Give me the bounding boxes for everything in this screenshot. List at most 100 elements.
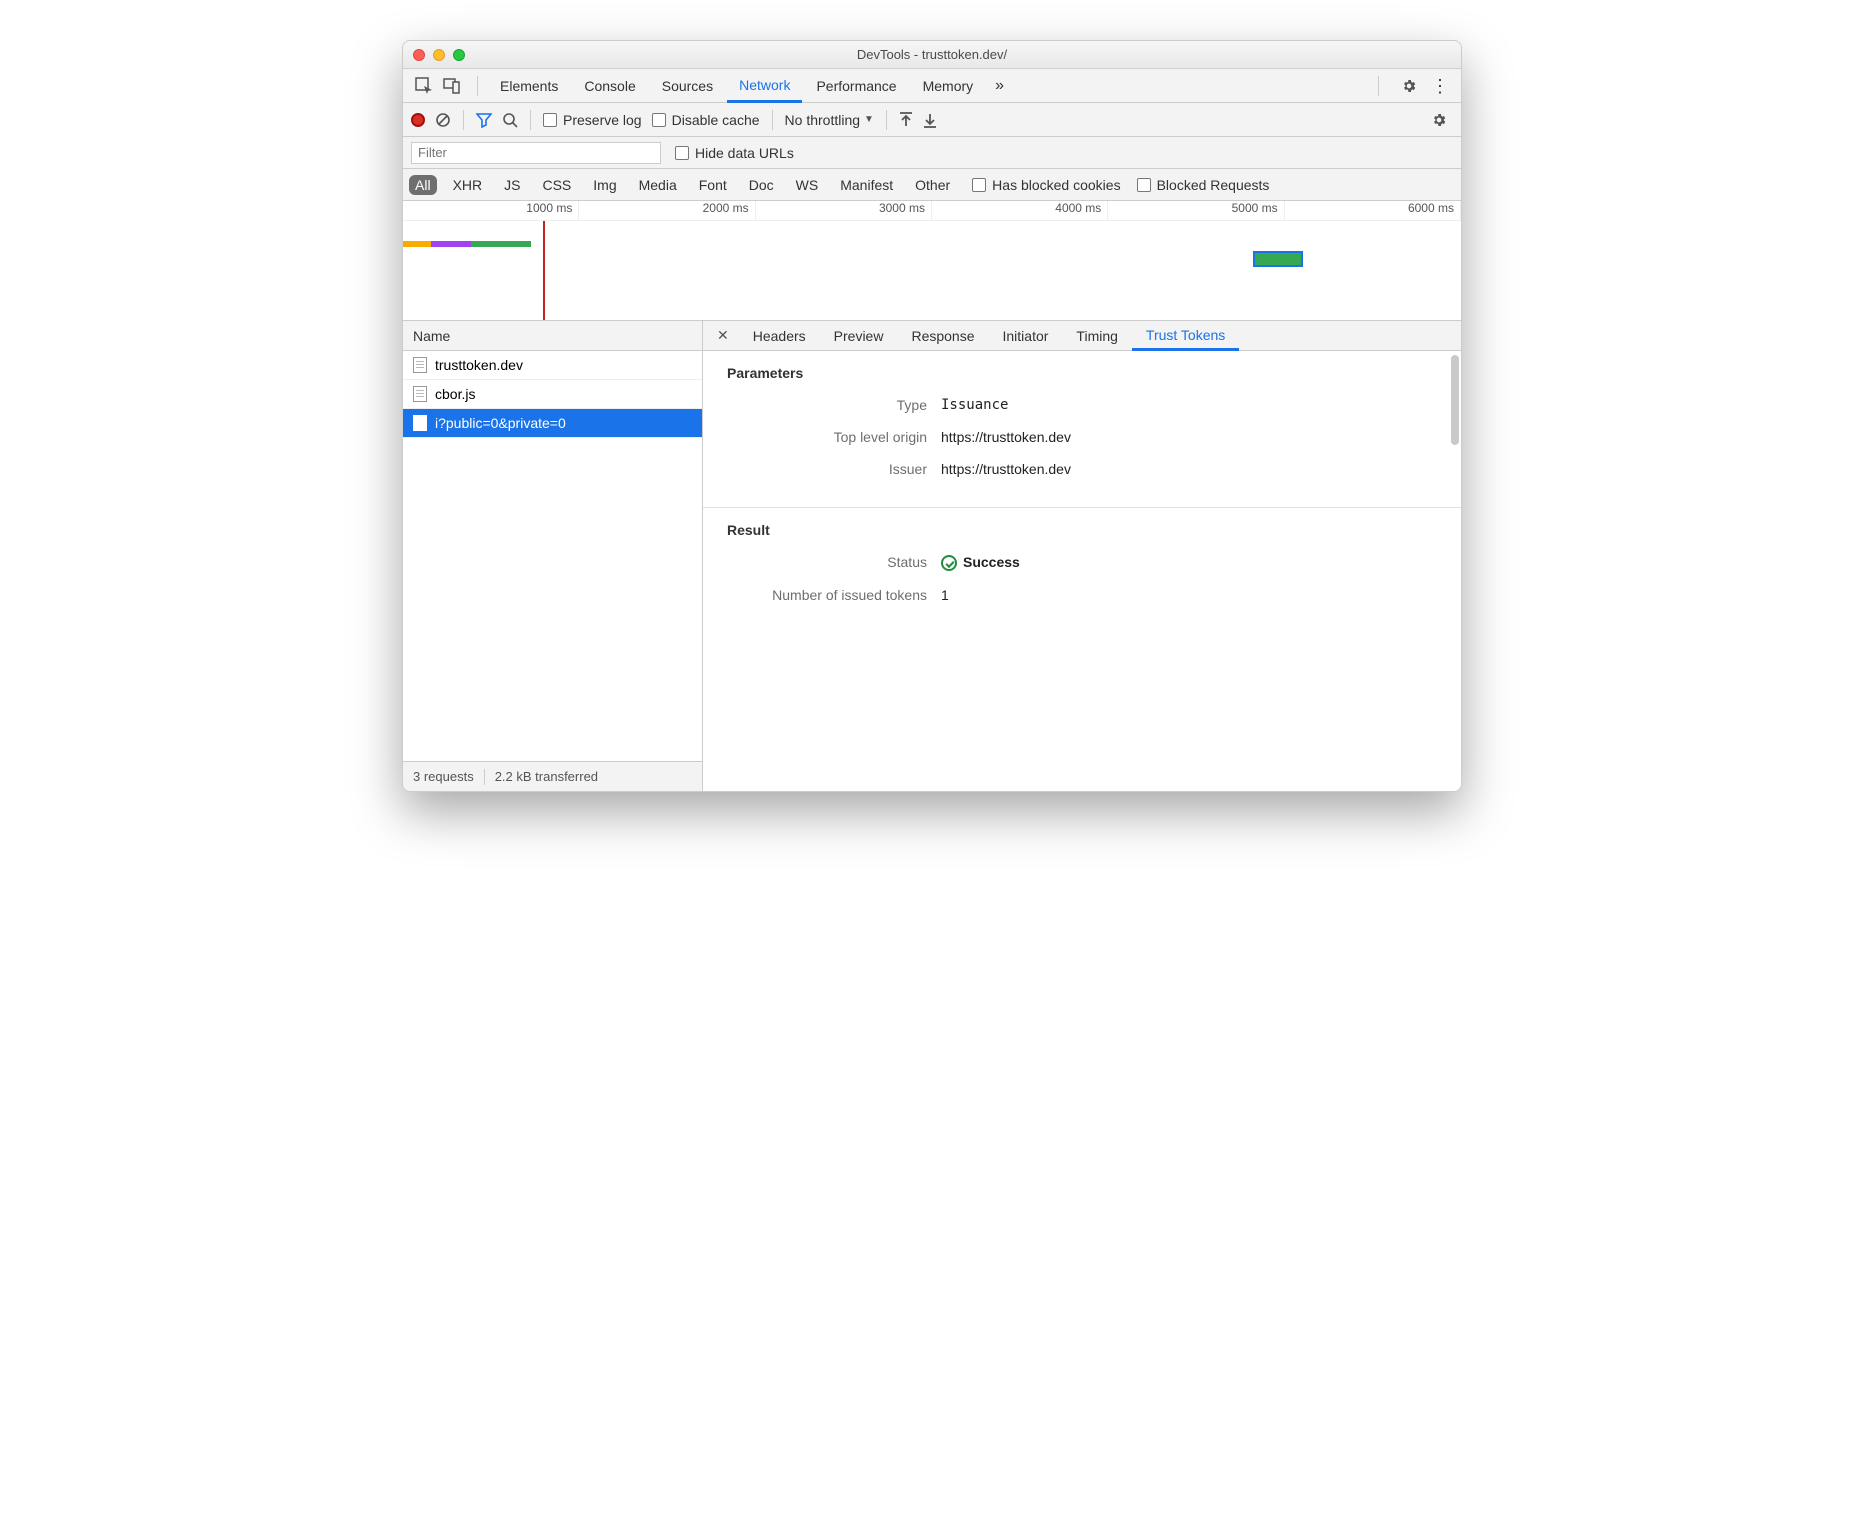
status-footer: 3 requests 2.2 kB transferred xyxy=(403,761,702,791)
time-tick: 6000 ms xyxy=(1285,201,1461,220)
record-button[interactable] xyxy=(411,113,425,127)
dtab-preview[interactable]: Preview xyxy=(820,321,898,351)
time-tick: 5000 ms xyxy=(1108,201,1284,220)
throttling-value: No throttling xyxy=(785,112,860,128)
timeline-segment xyxy=(471,241,531,247)
tab-network[interactable]: Network xyxy=(727,69,802,103)
request-name: i?public=0&private=0 xyxy=(435,415,566,431)
issuer-label: Issuer xyxy=(727,461,927,477)
separator xyxy=(530,110,531,130)
devtools-tabs-bar: Elements Console Sources Network Perform… xyxy=(403,69,1461,103)
search-icon[interactable] xyxy=(502,112,518,128)
dtab-trust-tokens[interactable]: Trust Tokens xyxy=(1132,321,1239,351)
network-toolbar: Preserve log Disable cache No throttling… xyxy=(403,103,1461,137)
disable-cache-label: Disable cache xyxy=(672,112,760,128)
load-marker xyxy=(543,221,545,321)
tab-elements[interactable]: Elements xyxy=(488,69,570,103)
settings-gear-icon[interactable] xyxy=(1401,78,1417,94)
requests-pane: Name trusttoken.dev cbor.js i?public=0&p… xyxy=(403,321,703,791)
type-ws[interactable]: WS xyxy=(790,175,825,195)
status-label: Status xyxy=(727,554,927,571)
hide-data-urls-label: Hide data URLs xyxy=(695,145,794,161)
preserve-log-label: Preserve log xyxy=(563,112,642,128)
preserve-log-checkbox[interactable]: Preserve log xyxy=(543,112,642,128)
status-value: Success xyxy=(941,554,1020,571)
file-icon xyxy=(413,357,427,373)
parameters-section: Parameters Type Issuance Top level origi… xyxy=(703,351,1461,508)
time-tick: 2000 ms xyxy=(579,201,755,220)
transferred-size: 2.2 kB transferred xyxy=(495,769,598,784)
requests-count: 3 requests xyxy=(413,769,474,784)
separator xyxy=(463,110,464,130)
issued-tokens-label: Number of issued tokens xyxy=(727,587,927,603)
name-column-header[interactable]: Name xyxy=(403,321,702,351)
type-xhr[interactable]: XHR xyxy=(447,175,489,195)
details-pane: ✕ Headers Preview Response Initiator Tim… xyxy=(703,321,1461,791)
kebab-menu-icon[interactable]: ⋮ xyxy=(1431,77,1449,95)
close-details-icon[interactable]: ✕ xyxy=(707,327,739,344)
result-section: Result Status Success Number of issued t… xyxy=(703,508,1461,633)
type-doc[interactable]: Doc xyxy=(743,175,780,195)
hide-data-urls-checkbox[interactable]: Hide data URLs xyxy=(675,145,794,161)
tabs-more-button[interactable]: » xyxy=(987,69,1012,103)
filter-bar: Hide data URLs xyxy=(403,137,1461,169)
network-settings-gear-icon[interactable] xyxy=(1431,112,1447,128)
request-row[interactable]: cbor.js xyxy=(403,380,702,409)
top-level-origin-value: https://trusttoken.dev xyxy=(941,429,1071,445)
tab-memory[interactable]: Memory xyxy=(911,69,986,103)
file-icon xyxy=(413,415,427,431)
parameters-header: Parameters xyxy=(727,365,1437,381)
scrollbar-thumb[interactable] xyxy=(1451,355,1459,445)
device-toggle-icon[interactable] xyxy=(443,77,461,95)
filter-toggle-icon[interactable] xyxy=(476,112,492,128)
import-har-icon[interactable] xyxy=(899,112,913,128)
type-other[interactable]: Other xyxy=(909,175,956,195)
type-value: Issuance xyxy=(941,397,1008,413)
timeline-segment xyxy=(403,241,431,247)
throttling-select[interactable]: No throttling ▼ xyxy=(785,112,874,128)
timeline-overview[interactable]: 1000 ms 2000 ms 3000 ms 4000 ms 5000 ms … xyxy=(403,201,1461,321)
type-font[interactable]: Font xyxy=(693,175,733,195)
dtab-headers[interactable]: Headers xyxy=(739,321,820,351)
type-js[interactable]: JS xyxy=(498,175,526,195)
time-tick: 1000 ms xyxy=(403,201,579,220)
tab-performance[interactable]: Performance xyxy=(804,69,908,103)
type-css[interactable]: CSS xyxy=(536,175,577,195)
time-tick: 4000 ms xyxy=(932,201,1108,220)
inspect-element-icon[interactable] xyxy=(415,77,433,95)
type-all[interactable]: All xyxy=(409,175,437,195)
tab-console[interactable]: Console xyxy=(572,69,647,103)
separator xyxy=(1378,76,1379,96)
timeline-body xyxy=(403,221,1461,321)
window-title: DevTools - trusttoken.dev/ xyxy=(403,47,1461,62)
time-tick: 3000 ms xyxy=(756,201,932,220)
timeline-block xyxy=(1253,251,1303,267)
request-name: trusttoken.dev xyxy=(435,357,523,373)
timeline-segment xyxy=(431,241,471,247)
main-split: Name trusttoken.dev cbor.js i?public=0&p… xyxy=(403,321,1461,791)
separator xyxy=(772,110,773,130)
type-filter-bar: All XHR JS CSS Img Media Font Doc WS Man… xyxy=(403,169,1461,201)
type-manifest[interactable]: Manifest xyxy=(834,175,899,195)
details-body: Parameters Type Issuance Top level origi… xyxy=(703,351,1461,791)
requests-list: trusttoken.dev cbor.js i?public=0&privat… xyxy=(403,351,702,761)
dtab-timing[interactable]: Timing xyxy=(1062,321,1132,351)
has-blocked-cookies-checkbox[interactable]: Has blocked cookies xyxy=(972,177,1120,193)
request-row[interactable]: trusttoken.dev xyxy=(403,351,702,380)
type-label: Type xyxy=(727,397,927,413)
blocked-requests-checkbox[interactable]: Blocked Requests xyxy=(1137,177,1270,193)
type-media[interactable]: Media xyxy=(633,175,683,195)
clear-button[interactable] xyxy=(435,112,451,128)
devtools-window: DevTools - trusttoken.dev/ Elements Cons… xyxy=(402,40,1462,792)
export-har-icon[interactable] xyxy=(923,112,937,128)
filter-input[interactable] xyxy=(411,142,661,164)
success-check-icon xyxy=(941,555,957,571)
details-tabs: ✕ Headers Preview Response Initiator Tim… xyxy=(703,321,1461,351)
dtab-response[interactable]: Response xyxy=(897,321,988,351)
type-img[interactable]: Img xyxy=(587,175,622,195)
disable-cache-checkbox[interactable]: Disable cache xyxy=(652,112,760,128)
request-row[interactable]: i?public=0&private=0 xyxy=(403,409,702,438)
tab-sources[interactable]: Sources xyxy=(650,69,725,103)
result-header: Result xyxy=(727,522,1437,538)
dtab-initiator[interactable]: Initiator xyxy=(989,321,1063,351)
